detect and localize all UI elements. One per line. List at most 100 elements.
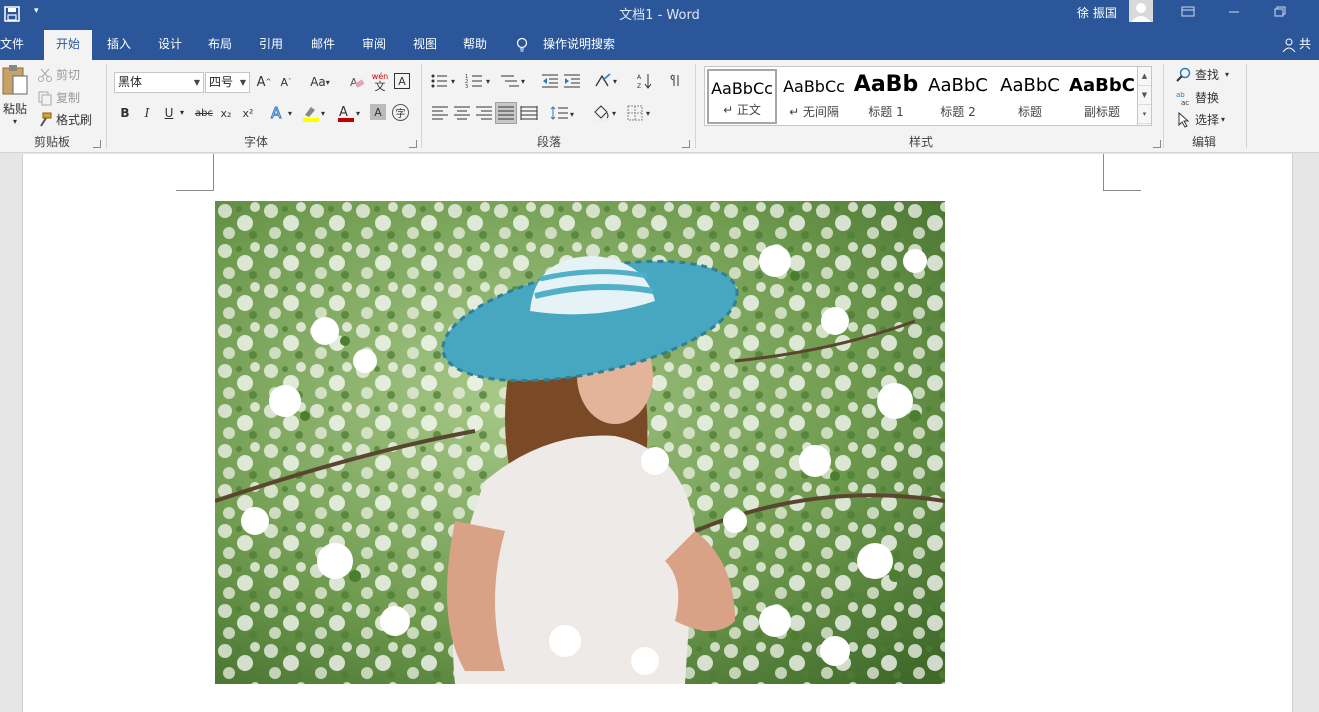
bullets-icon[interactable]: ▾: [430, 72, 460, 90]
chinese-layout-icon[interactable]: ▾: [594, 72, 622, 90]
chevron-down-icon: ▾: [1225, 70, 1230, 79]
strikethrough-button[interactable]: abc: [193, 104, 215, 122]
restore-icon[interactable]: [1269, 2, 1291, 22]
tab-home[interactable]: 开始: [44, 30, 93, 60]
user-name[interactable]: 徐 振国: [1077, 4, 1117, 21]
sort-icon[interactable]: AZ: [636, 72, 654, 90]
font-name-select[interactable]: 黑体 ▼: [114, 72, 204, 93]
align-left-icon[interactable]: [431, 105, 449, 121]
tab-view[interactable]: 视图: [401, 30, 449, 60]
font-size-select[interactable]: 四号 ▼: [205, 72, 250, 93]
cut-label: 剪切: [56, 68, 81, 82]
scissors-icon: [38, 68, 52, 82]
character-border-icon[interactable]: A: [394, 73, 410, 89]
copy-button[interactable]: 复制: [37, 89, 80, 106]
text-effects-icon[interactable]: A ▾: [270, 104, 296, 122]
styles-launcher-icon[interactable]: [1153, 140, 1161, 148]
decrease-indent-icon[interactable]: [541, 72, 559, 90]
inserted-picture[interactable]: [215, 201, 945, 684]
tab-layout[interactable]: 布局: [196, 30, 244, 60]
svg-text:3: 3: [465, 84, 468, 90]
align-center-icon[interactable]: [453, 105, 471, 121]
svg-text:▾: ▾: [451, 77, 455, 86]
minimize-icon[interactable]: [1223, 2, 1245, 22]
numbering-icon[interactable]: 123▾: [465, 72, 495, 90]
tab-review[interactable]: 审阅: [350, 30, 398, 60]
style-name: ↵ 正文: [723, 103, 761, 117]
tab-mailings[interactable]: 邮件: [299, 30, 347, 60]
ribbon-display-options-icon[interactable]: [1177, 2, 1199, 22]
style-heading-2[interactable]: AaBbC 标题 2: [923, 69, 993, 124]
font-name-value: 黑体: [118, 75, 143, 89]
more-styles-icon[interactable]: ▾: [1138, 105, 1151, 124]
style-sample: AaBbC: [1000, 75, 1060, 96]
paste-label: 粘贴: [2, 102, 27, 116]
show-formatting-marks-icon[interactable]: [668, 72, 684, 90]
paragraph-launcher-icon[interactable]: [682, 140, 690, 148]
justify-button[interactable]: [495, 102, 517, 124]
svg-text:▾: ▾: [613, 77, 617, 86]
multilevel-list-icon[interactable]: ▾: [500, 72, 530, 90]
tab-references[interactable]: 引用: [247, 30, 295, 60]
character-shading-icon[interactable]: A: [370, 104, 386, 120]
scroll-up-icon[interactable]: ▲: [1138, 67, 1151, 86]
highlight-icon[interactable]: ▾: [301, 104, 329, 122]
phonetic-guide-icon[interactable]: wén 文: [370, 71, 390, 93]
replace-button[interactable]: ab ac 替换: [1176, 89, 1219, 106]
increase-indent-icon[interactable]: [563, 72, 581, 90]
select-button[interactable]: 选择 ▾: [1176, 111, 1225, 128]
style-heading-1[interactable]: AaBb 标题 1: [851, 69, 921, 124]
chevron-down-icon: ▾: [1221, 115, 1226, 124]
shrink-font-icon[interactable]: Aˇ: [277, 73, 295, 91]
scroll-down-icon[interactable]: ▼: [1138, 86, 1151, 105]
change-case-label: Aa: [310, 75, 326, 89]
style-normal[interactable]: AaBbCc ↵ 正文: [707, 69, 777, 124]
document-page[interactable]: [22, 154, 1293, 712]
cut-button[interactable]: 剪切: [37, 66, 80, 83]
align-right-icon[interactable]: [475, 105, 493, 121]
share-button[interactable]: 共享: [1299, 30, 1319, 79]
font-group-label: 字体: [243, 135, 268, 149]
tab-help[interactable]: 帮助: [451, 30, 499, 60]
shading-icon[interactable]: ▾: [592, 104, 620, 122]
format-painter-button[interactable]: 格式刷: [37, 111, 92, 128]
paste-button[interactable]: 粘贴 ▾: [0, 64, 30, 130]
subscript-button[interactable]: x₂: [217, 104, 235, 122]
tab-file[interactable]: 文件: [0, 30, 36, 60]
italic-button[interactable]: I: [138, 104, 156, 122]
styles-scrollbar[interactable]: ▲ ▼ ▾: [1137, 67, 1151, 125]
svg-text:▾: ▾: [612, 109, 616, 118]
tab-design[interactable]: 设计: [146, 30, 194, 60]
style-sample: AaBbCc: [711, 79, 773, 98]
style-no-spacing[interactable]: AaBbCc ↵ 无间隔: [779, 69, 849, 124]
line-spacing-icon[interactable]: ▾: [550, 105, 578, 123]
underline-button[interactable]: U: [160, 104, 178, 122]
tab-insert[interactable]: 插入: [95, 30, 143, 60]
paste-icon: [2, 65, 28, 95]
clipboard-launcher-icon[interactable]: [93, 140, 101, 148]
tell-me-search[interactable]: 操作说明搜索: [543, 30, 615, 60]
borders-icon[interactable]: ▾: [627, 105, 655, 121]
font-color-icon[interactable]: A ▾: [336, 104, 364, 122]
font-launcher-icon[interactable]: [409, 140, 417, 148]
find-button[interactable]: 查找 ▾: [1176, 66, 1229, 83]
style-subtitle[interactable]: AaBbC 副标题: [1067, 69, 1137, 124]
svg-text:ac: ac: [1181, 99, 1189, 106]
margin-corner-mark: [1103, 154, 1141, 191]
enclose-characters-icon[interactable]: 字: [392, 104, 409, 121]
superscript-button[interactable]: x²: [239, 104, 257, 122]
chevron-down-icon[interactable]: ▾: [180, 108, 184, 117]
style-sample: AaBbC: [1069, 75, 1135, 96]
style-title[interactable]: AaBbC 标题: [995, 69, 1065, 124]
paragraph-group-label: 段落: [536, 135, 561, 149]
copy-icon: [38, 91, 52, 105]
clipboard-group-label: 剪贴板: [33, 135, 70, 149]
grow-font-icon[interactable]: A ^: [255, 73, 273, 91]
distributed-icon[interactable]: [520, 105, 538, 121]
clear-formatting-icon[interactable]: A: [349, 74, 365, 90]
bold-button[interactable]: B: [116, 104, 134, 122]
change-case-button[interactable]: Aa ▾: [307, 73, 333, 91]
share-person-icon[interactable]: [1282, 38, 1296, 52]
styles-gallery: AaBbCc ↵ 正文 AaBbCc ↵ 无间隔 AaBb 标题 1 AaBbC…: [704, 66, 1152, 126]
avatar[interactable]: [1129, 0, 1153, 22]
